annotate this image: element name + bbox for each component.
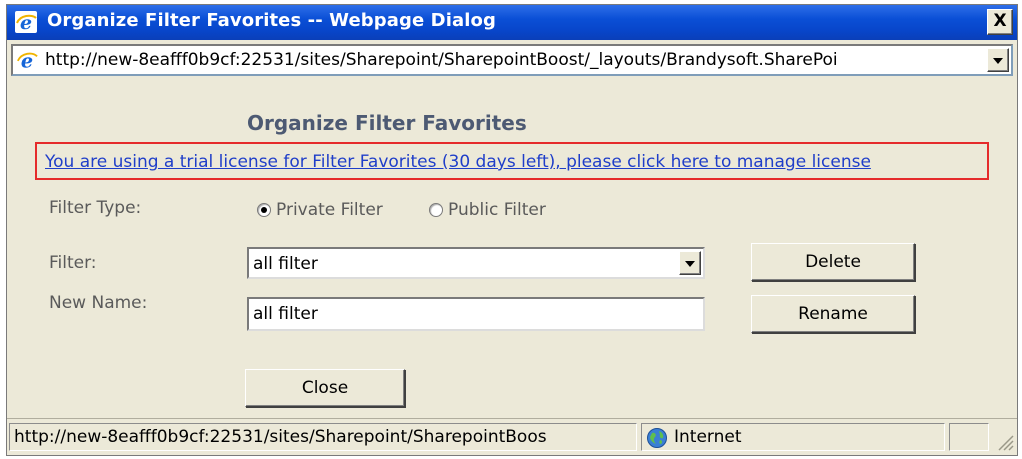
address-url: http://new-8eafff0b9cf:22531/sites/Share…: [45, 50, 838, 70]
chevron-down-icon: [993, 58, 1003, 64]
private-filter-label: Private Filter: [276, 200, 383, 220]
filter-select-value: all filter: [253, 254, 318, 274]
new-name-input[interactable]: [247, 297, 705, 331]
status-bar: http://new-8eafff0b9cf:22531/sites/Share…: [7, 418, 1017, 454]
filter-select[interactable]: all filter: [247, 247, 705, 279]
status-url: http://new-8eafff0b9cf:22531/sites/Share…: [14, 427, 547, 447]
private-filter-radio[interactable]: Private Filter: [257, 200, 383, 220]
filter-type-label: Filter Type:: [49, 198, 142, 218]
address-dropdown-button[interactable]: [987, 48, 1009, 72]
filter-label: Filter:: [49, 253, 97, 273]
license-notice: You are using a trial license for Filter…: [35, 142, 989, 180]
status-zone-cell: Internet: [641, 423, 945, 451]
radio-checked-icon[interactable]: [257, 203, 271, 217]
chevron-down-icon: [685, 261, 695, 267]
security-zone: Internet: [674, 427, 742, 447]
public-filter-label: Public Filter: [448, 200, 546, 220]
ie-icon: e: [16, 49, 38, 71]
ie-icon: e: [15, 11, 37, 34]
page-title: Organize Filter Favorites: [247, 111, 527, 135]
filter-dropdown-button[interactable]: [679, 251, 701, 275]
title-bar[interactable]: e Organize Filter Favorites -- Webpage D…: [7, 5, 1017, 40]
window-title: Organize Filter Favorites -- Webpage Dia…: [47, 10, 496, 31]
close-window-button[interactable]: X: [987, 9, 1013, 35]
dialog-window: e Organize Filter Favorites -- Webpage D…: [6, 4, 1018, 456]
radio-unchecked-icon[interactable]: [429, 203, 443, 217]
resize-grip-icon[interactable]: [993, 430, 1015, 452]
globe-icon: [647, 428, 667, 448]
new-name-label: New Name:: [49, 293, 148, 313]
address-bar[interactable]: e http://new-8eafff0b9cf:22531/sites/Sha…: [11, 44, 1013, 76]
close-button[interactable]: Close: [245, 369, 405, 407]
status-url-cell: http://new-8eafff0b9cf:22531/sites/Share…: [9, 423, 637, 451]
rename-button[interactable]: Rename: [751, 295, 915, 333]
delete-button[interactable]: Delete: [751, 243, 915, 281]
svg-text:e: e: [21, 49, 33, 71]
public-filter-radio[interactable]: Public Filter: [429, 200, 546, 220]
status-empty-cell: [949, 423, 989, 451]
manage-license-link[interactable]: You are using a trial license for Filter…: [45, 152, 871, 172]
